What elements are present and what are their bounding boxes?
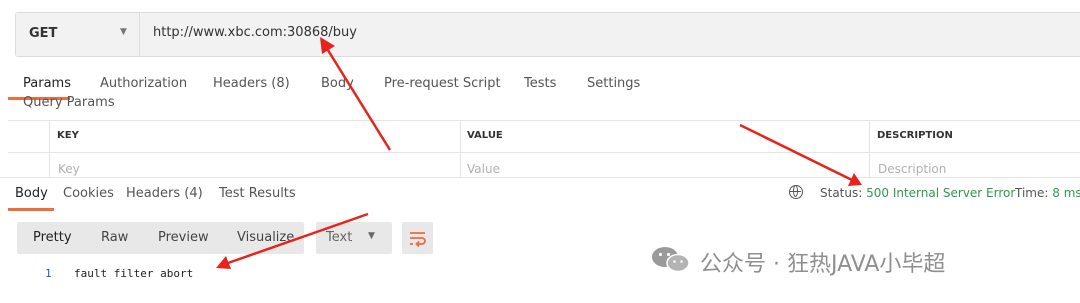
- arrow-to-body: [227, 212, 369, 265]
- annotation-arrows: [216, 37, 862, 269]
- arrow-to-status: [739, 123, 853, 182]
- arrow-to-url: [324, 46, 392, 151]
